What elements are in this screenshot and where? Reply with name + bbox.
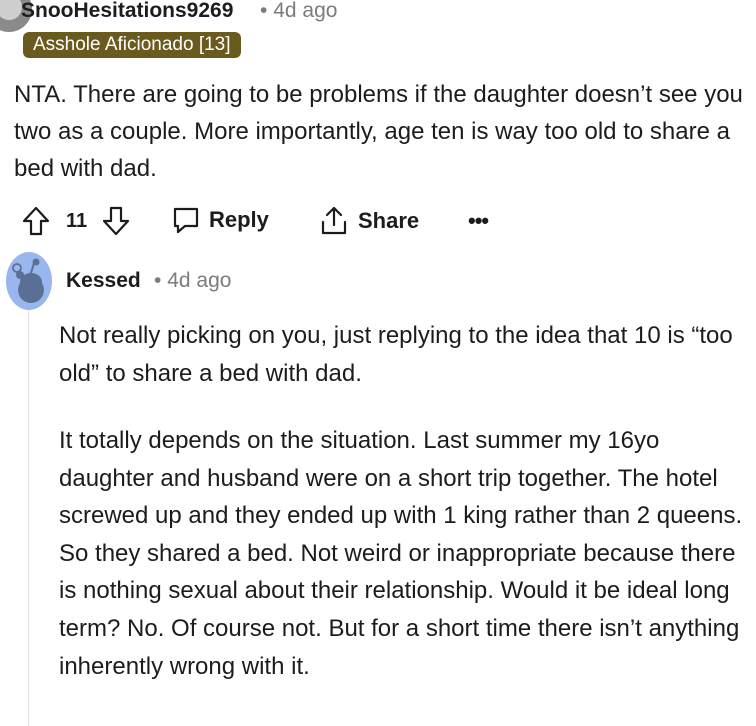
timestamp-text: 4d ago bbox=[167, 269, 232, 292]
snoo-avatar-icon[interactable] bbox=[6, 252, 52, 310]
reply-paragraph: Not really picking on you, just replying… bbox=[59, 322, 733, 387]
reply-author[interactable]: Kessed bbox=[66, 269, 141, 293]
upvote-button[interactable] bbox=[22, 206, 50, 236]
upvote-icon bbox=[22, 206, 50, 236]
reply-label: Reply bbox=[209, 207, 269, 232]
vote-count: 11 bbox=[66, 210, 88, 232]
comment-timestamp: • 4d ago bbox=[260, 0, 338, 22]
reply-timestamp: • 4d ago bbox=[154, 269, 232, 292]
comment-icon bbox=[173, 207, 199, 234]
comment-body: NTA. There are going to be problems if t… bbox=[14, 81, 743, 182]
reply-button[interactable]: Reply bbox=[171, 205, 269, 235]
downvote-icon bbox=[102, 206, 130, 236]
share-icon bbox=[321, 206, 347, 235]
more-options-button[interactable]: ••• bbox=[468, 208, 489, 234]
downvote-button[interactable] bbox=[102, 206, 130, 236]
reply-paragraph: It totally depends on the situation. Las… bbox=[59, 427, 743, 680]
share-label: Share bbox=[358, 208, 420, 233]
share-button[interactable]: Share bbox=[318, 205, 419, 237]
comment-author[interactable]: SnooHesitations9269 bbox=[21, 0, 233, 23]
user-flair: Asshole Aficionado [13] bbox=[23, 32, 241, 58]
timestamp-text: 4d ago bbox=[273, 0, 338, 22]
thread-line[interactable] bbox=[28, 308, 29, 726]
